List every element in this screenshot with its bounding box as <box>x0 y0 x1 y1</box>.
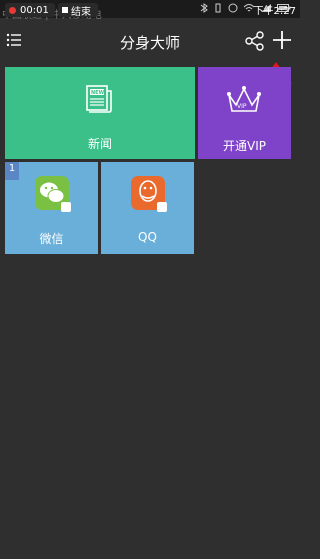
tile-news-label: 新闻 <box>87 137 112 151</box>
qq-app-icon <box>131 176 167 212</box>
news-icon-text: NEW <box>91 90 105 96</box>
add-icon[interactable] <box>270 28 294 52</box>
tile-vip-label: 开通VIP <box>223 139 266 153</box>
tile-wechat[interactable]: 1 微信 <box>5 162 98 254</box>
clone-badge-icon <box>157 202 167 212</box>
tile-news[interactable]: NEW 新闻 <box>5 67 195 159</box>
end-label: 结束 <box>71 6 91 18</box>
tile-vip[interactable]: VIP 开通VIP <box>198 67 291 159</box>
clone-badge-icon <box>61 202 71 212</box>
tile-qq[interactable]: QQ <box>101 162 194 254</box>
bluetooth-icon <box>200 3 208 13</box>
tile-qq-label: QQ <box>138 230 157 244</box>
record-dot-icon <box>9 6 16 14</box>
recording-time: 00:01 <box>20 4 49 16</box>
end-recording-button[interactable]: 结束 <box>58 3 98 18</box>
app-bar: 分身大师 <box>0 18 300 64</box>
recording-indicator[interactable]: 00:01 <box>5 3 55 17</box>
status-bar: 中国联通 | 中兴移动电 00:01 结束 下午2:27 <box>0 0 300 21</box>
share-icon[interactable] <box>244 30 266 52</box>
vibrate-icon <box>215 3 221 13</box>
alarm-icon <box>228 3 238 13</box>
wechat-app-icon <box>35 176 71 212</box>
tile-wechat-label: 微信 <box>39 232 64 246</box>
vip-icon-text: VIP <box>237 103 247 110</box>
status-time: 下午2:27 <box>253 6 296 17</box>
notification-badge: 1 <box>5 162 19 180</box>
stop-icon <box>62 7 68 13</box>
newspaper-icon <box>86 85 112 113</box>
crown-icon <box>227 86 261 112</box>
